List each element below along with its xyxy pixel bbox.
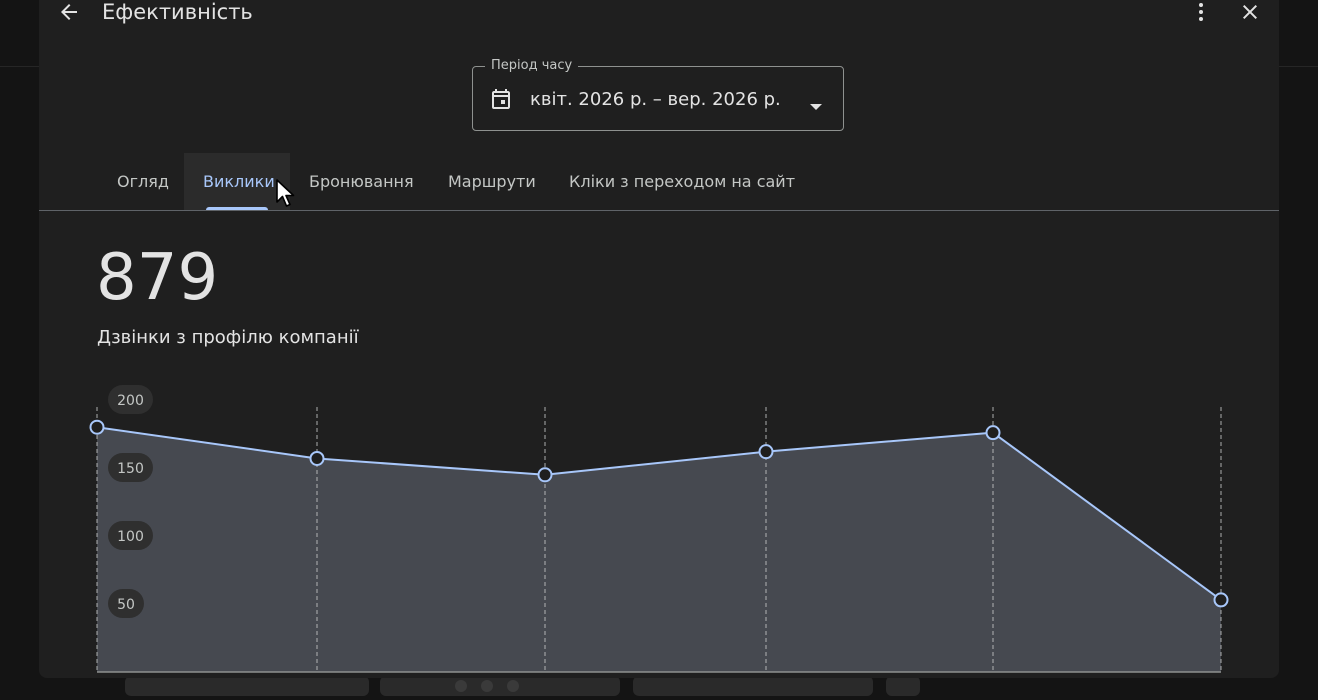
metric-label: Дзвінки з профілю компанії: [97, 327, 359, 348]
close-icon: [1243, 5, 1257, 19]
y-tick-label: 50: [117, 597, 135, 613]
y-tick-pill: [108, 521, 153, 550]
backdrop-toolbar: [0, 676, 1318, 700]
backdrop-pill: [886, 676, 920, 696]
backdrop-dot: [481, 680, 493, 692]
more-options-button[interactable]: [1185, 0, 1217, 28]
tab-label: Кліки з переходом на сайт: [569, 172, 796, 191]
backdrop-dot: [455, 680, 467, 692]
backdrop-dot: [507, 680, 519, 692]
performance-dialog: Ефективність Період часу квіт. 2026 р. –…: [39, 0, 1279, 678]
more-vert-icon: [1199, 3, 1203, 21]
tab-label: Бронювання: [309, 172, 414, 191]
data-point[interactable]: [985, 425, 1001, 441]
y-tick-pill: [108, 385, 153, 414]
close-button[interactable]: [1234, 0, 1266, 28]
calendar-icon: [489, 87, 513, 115]
tab-label: Маршрути: [448, 172, 536, 191]
mouse-cursor-icon: [276, 179, 295, 207]
metric-value: 879: [96, 241, 219, 315]
arrow-back-icon: [61, 4, 77, 20]
tab-label: Огляд: [117, 172, 169, 191]
data-point[interactable]: [758, 444, 774, 460]
series-line: [96, 426, 1222, 601]
backdrop-pill: [633, 676, 873, 696]
y-tick-pill: [108, 589, 144, 618]
tab-label: Виклики: [203, 172, 275, 191]
dropdown-arrow-icon: [809, 96, 823, 115]
tab-bar: Огляд Виклики Бронювання Маршрути Кліки …: [39, 153, 1279, 211]
backdrop-pill: [125, 676, 369, 696]
y-tick-label: 200: [117, 393, 144, 409]
tab-website-clicks[interactable]: Кліки з переходом на сайт: [550, 153, 814, 210]
tabs-divider: [39, 210, 1279, 211]
tab-routes[interactable]: Маршрути: [429, 153, 555, 210]
data-point[interactable]: [89, 419, 105, 435]
back-button[interactable]: [53, 0, 85, 28]
period-value: квіт. 2026 р. – вер. 2026 р.: [530, 89, 781, 110]
backdrop-pill: [380, 676, 620, 696]
tab-overview[interactable]: Огляд: [98, 153, 188, 210]
period-select[interactable]: Період часу квіт. 2026 р. – вер. 2026 р.: [472, 58, 844, 131]
dialog-title: Ефективність: [102, 0, 253, 24]
y-tick-label: 150: [117, 461, 144, 477]
area-fill: [97, 427, 1221, 672]
data-point[interactable]: [1213, 592, 1229, 608]
y-tick-pill: [108, 453, 153, 482]
y-tick-label: 100: [117, 529, 144, 545]
period-legend: Період часу: [485, 58, 579, 74]
data-point[interactable]: [309, 450, 325, 466]
tab-bookings[interactable]: Бронювання: [290, 153, 433, 210]
dialog-header: Ефективність: [39, 0, 1279, 30]
data-point[interactable]: [537, 467, 553, 483]
